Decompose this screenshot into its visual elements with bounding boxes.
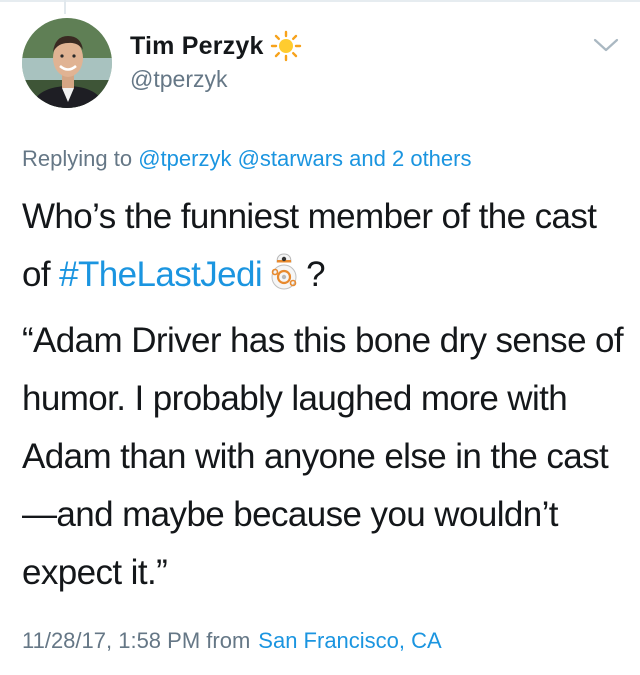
tweet-timestamp[interactable]: 11/28/17, 1:58 PM bbox=[22, 628, 200, 653]
mention-tperzyk[interactable]: @tperzyk bbox=[138, 146, 231, 171]
thread-connector-line bbox=[64, 0, 66, 14]
mention-others[interactable]: and 2 others bbox=[349, 146, 471, 171]
chevron-down-icon[interactable] bbox=[592, 36, 620, 54]
mention-starwars[interactable]: @starwars bbox=[238, 146, 343, 171]
hashtag-thelastjedi[interactable]: #TheLastJedi bbox=[59, 255, 263, 294]
avatar[interactable] bbox=[22, 18, 112, 108]
tweet-meta: 11/28/17, 1:58 PM from San Francisco, CA bbox=[22, 628, 442, 654]
tweet-question-mark: ? bbox=[306, 255, 325, 294]
from-label: from bbox=[206, 628, 251, 653]
top-divider bbox=[0, 0, 640, 2]
tweet-location[interactable]: San Francisco, CA bbox=[258, 628, 441, 653]
author-display-name[interactable]: Tim Perzyk bbox=[130, 32, 264, 61]
avatar-photo-icon bbox=[22, 18, 112, 108]
tweet-text: Who’s the funniest member of the cast of… bbox=[22, 188, 628, 602]
sun-emoji-icon bbox=[270, 30, 302, 62]
tweet-quote: “Adam Driver has this bone dry sense of … bbox=[22, 321, 624, 592]
replying-to-line: Replying to @tperzyk @starwars and 2 oth… bbox=[22, 146, 471, 172]
author-name-row[interactable]: Tim Perzyk bbox=[130, 30, 302, 62]
replying-prefix: Replying to bbox=[22, 146, 133, 171]
bb8-emoji-icon bbox=[266, 252, 302, 292]
tweet-question: Who’s the funniest member of the cast of… bbox=[22, 188, 628, 304]
author-handle[interactable]: @tperzyk bbox=[130, 66, 227, 93]
